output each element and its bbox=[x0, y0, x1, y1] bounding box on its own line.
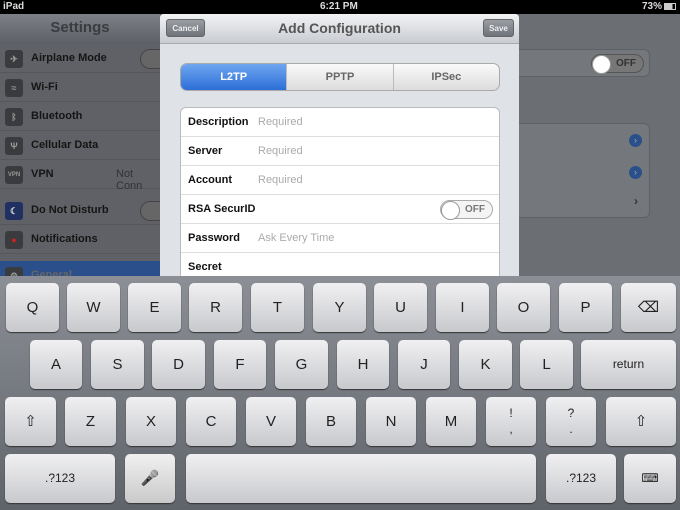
key-h[interactable]: H bbox=[337, 340, 389, 389]
return-key[interactable]: return bbox=[581, 340, 676, 389]
sidebar-item-label: Do Not Disturb bbox=[31, 204, 109, 216]
clock: 6:21 PM bbox=[320, 1, 358, 12]
tab-pptp[interactable]: PPTP bbox=[287, 64, 394, 90]
field-label: RSA SecurID bbox=[188, 203, 256, 215]
shift-key[interactable]: ⇧ bbox=[606, 397, 676, 446]
sidebar-item-label: Notifications bbox=[31, 233, 98, 245]
status-bar: iPad 6:21 PM 73% bbox=[0, 0, 680, 14]
key-a[interactable]: A bbox=[30, 340, 82, 389]
sidebar-item-wi-fi[interactable]: ≈ Wi-Fi bbox=[0, 73, 160, 102]
sidebar-item-vpn[interactable]: VPN VPN Not Conn bbox=[0, 160, 160, 192]
field-rsa-securid[interactable]: RSA SecurID OFF bbox=[181, 195, 499, 224]
airplane-icon: ✈ bbox=[5, 50, 23, 68]
sidebar-item-label: Airplane Mode bbox=[31, 52, 107, 64]
detail-disclosure-icon[interactable]: › bbox=[629, 166, 642, 179]
key-v[interactable]: V bbox=[246, 397, 296, 446]
rsa-securid-toggle[interactable]: OFF bbox=[440, 200, 493, 220]
key-l[interactable]: L bbox=[520, 340, 573, 389]
key-t[interactable]: T bbox=[251, 283, 304, 332]
key-?.[interactable]: ? . bbox=[546, 397, 596, 446]
key-m[interactable]: M bbox=[426, 397, 476, 446]
sidebar-title: Settings bbox=[0, 14, 160, 44]
battery-level: 73% bbox=[642, 1, 663, 12]
keyboard: Q W E R T Y U I O P ⌫ A S D F G H J K Lreturn ⇧ Z X C V B N M! ,? .… bbox=[0, 276, 680, 510]
sidebar-item-notifications[interactable]: ● Notifications bbox=[0, 225, 160, 254]
save-button[interactable]: Save bbox=[483, 19, 514, 37]
configuration-form: Description Required Server Required Account… bbox=[180, 107, 500, 276]
device-name: iPad bbox=[3, 1, 25, 12]
field-label: Password bbox=[188, 232, 240, 244]
sidebar-item-airplane-mode[interactable]: ✈ Airplane Mode bbox=[0, 44, 170, 73]
field-label: Description bbox=[188, 116, 249, 128]
key-x[interactable]: X bbox=[126, 397, 176, 446]
background-toggle-group: OFF bbox=[519, 49, 650, 77]
vpn-type-segmented-control: L2TP PPTP IPSec bbox=[180, 63, 500, 91]
field-label: Account bbox=[188, 174, 232, 186]
sidebar-item-do-not-disturb[interactable]: ☾ Do Not Disturb bbox=[0, 196, 170, 225]
field-input[interactable]: Required bbox=[258, 174, 303, 186]
shift-key[interactable]: ⇧ bbox=[5, 397, 56, 446]
moon-icon: ☾ bbox=[5, 202, 23, 220]
sidebar-item-cellular-data[interactable]: Ψ Cellular Data bbox=[0, 131, 160, 160]
key-s[interactable]: S bbox=[91, 340, 144, 389]
sidebar-item-label: Bluetooth bbox=[31, 110, 83, 122]
battery-icon bbox=[664, 3, 676, 10]
key-k[interactable]: K bbox=[459, 340, 512, 389]
background-list-group: › › › bbox=[519, 123, 650, 218]
key-e[interactable]: E bbox=[128, 283, 181, 332]
modal-title: Add Configuration bbox=[160, 14, 519, 44]
key-q[interactable]: Q bbox=[6, 283, 59, 332]
space-bar[interactable] bbox=[186, 454, 536, 503]
sidebar-item-label: Wi-Fi bbox=[31, 81, 58, 93]
detail-disclosure-icon[interactable]: › bbox=[629, 134, 642, 147]
key-w[interactable]: W bbox=[67, 283, 120, 332]
field-label: Server bbox=[188, 145, 223, 157]
vpn-status: Not Conn bbox=[116, 168, 143, 192]
key-!,[interactable]: ! , bbox=[486, 397, 536, 446]
field-input[interactable]: Required bbox=[258, 145, 303, 157]
key-o[interactable]: O bbox=[497, 283, 550, 332]
sidebar-item-bluetooth[interactable]: ᛒ Bluetooth bbox=[0, 102, 160, 131]
key-c[interactable]: C bbox=[186, 397, 236, 446]
field-secret[interactable]: Secret bbox=[181, 253, 499, 276]
tab-l2tp[interactable]: L2TP bbox=[181, 64, 288, 90]
microphone-icon[interactable]: 🎤 bbox=[125, 454, 175, 503]
hide-keyboard-icon[interactable]: ⌨ bbox=[624, 454, 676, 503]
key-n[interactable]: N bbox=[366, 397, 416, 446]
key-u[interactable]: U bbox=[374, 283, 427, 332]
cellular-icon: Ψ bbox=[5, 137, 23, 155]
field-account[interactable]: Account Required bbox=[181, 166, 499, 195]
key-d[interactable]: D bbox=[152, 340, 205, 389]
field-input[interactable]: Required bbox=[258, 116, 303, 128]
key-f[interactable]: F bbox=[214, 340, 266, 389]
key-r[interactable]: R bbox=[189, 283, 242, 332]
field-server[interactable]: Server Required bbox=[181, 137, 499, 166]
field-input[interactable]: Ask Every Time bbox=[258, 232, 334, 244]
add-configuration-modal: Add Configuration Cancel Save L2TP PPTP … bbox=[160, 14, 519, 276]
numbers-key[interactable]: .?123 bbox=[5, 454, 115, 503]
cancel-button[interactable]: Cancel bbox=[166, 19, 205, 37]
numbers-key[interactable]: .?123 bbox=[546, 454, 616, 503]
key-i[interactable]: I bbox=[436, 283, 489, 332]
bluetooth-icon: ᛒ bbox=[5, 108, 23, 126]
key-p[interactable]: P bbox=[559, 283, 612, 332]
sidebar-item-label: VPN bbox=[31, 168, 54, 180]
field-password[interactable]: Password Ask Every Time bbox=[181, 224, 499, 253]
notifications-icon: ● bbox=[5, 231, 23, 249]
key-b[interactable]: B bbox=[306, 397, 356, 446]
backspace-key[interactable]: ⌫ bbox=[621, 283, 676, 332]
background-toggle[interactable]: OFF bbox=[591, 54, 644, 74]
key-z[interactable]: Z bbox=[65, 397, 116, 446]
key-j[interactable]: J bbox=[398, 340, 450, 389]
field-description[interactable]: Description Required bbox=[181, 108, 499, 137]
tab-ipsec[interactable]: IPSec bbox=[394, 64, 499, 90]
wifi-icon: ≈ bbox=[5, 79, 23, 97]
key-g[interactable]: G bbox=[275, 340, 328, 389]
sidebar-item-label: Cellular Data bbox=[31, 139, 99, 151]
field-label: Secret bbox=[188, 261, 222, 273]
settings-sidebar: Settings ✈ Airplane Mode ≈ Wi-Fi ᛒ Bluetooth Ψ… bbox=[0, 14, 170, 290]
chevron-right-icon[interactable]: › bbox=[634, 194, 638, 208]
vpn-icon: VPN bbox=[5, 166, 23, 184]
key-y[interactable]: Y bbox=[313, 283, 366, 332]
